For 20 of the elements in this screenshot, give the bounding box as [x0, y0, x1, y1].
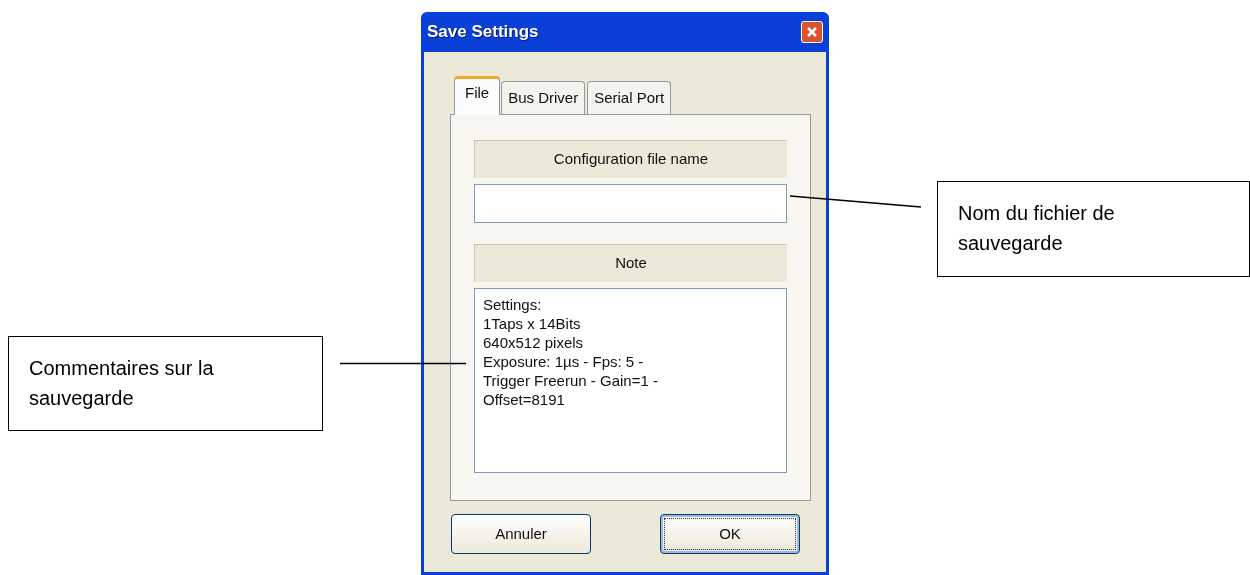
note-field[interactable]: Settings: 1Taps x 14Bits 640x512 pixels Exposure: 1µs - Fps: 5 - Trigger Freerun - Gain=1 - Offset=8191 [474, 288, 787, 473]
tab[interactable]: Serial Port [587, 81, 672, 114]
note-line: Trigger Freerun - Gain=1 - [483, 371, 658, 390]
file-name-field[interactable] [474, 184, 787, 223]
tab[interactable]: Bus Driver [501, 81, 586, 114]
note-line: Offset=8191 [483, 390, 565, 409]
note-line: 640x512 pixels [483, 333, 584, 352]
tab[interactable]: File [454, 76, 501, 115]
callout-box: Commentaires sur la sauvegarde [8, 336, 323, 431]
callout-box: Nom du fichier de sauvegarde [937, 181, 1250, 277]
note-line: Settings: [483, 295, 542, 314]
close-button[interactable] [801, 21, 823, 43]
window-title: Save Settings [427, 21, 539, 44]
dialog-button[interactable]: OK [660, 514, 800, 554]
field-label: Configuration file name [474, 140, 787, 178]
dialog-button[interactable]: Annuler [451, 514, 591, 554]
note-line: 1Taps x 14Bits [483, 314, 581, 333]
note-line: Exposure: 1µs - Fps: 5 - [483, 352, 644, 371]
close-icon [806, 26, 818, 38]
field-label: Note [474, 244, 787, 282]
